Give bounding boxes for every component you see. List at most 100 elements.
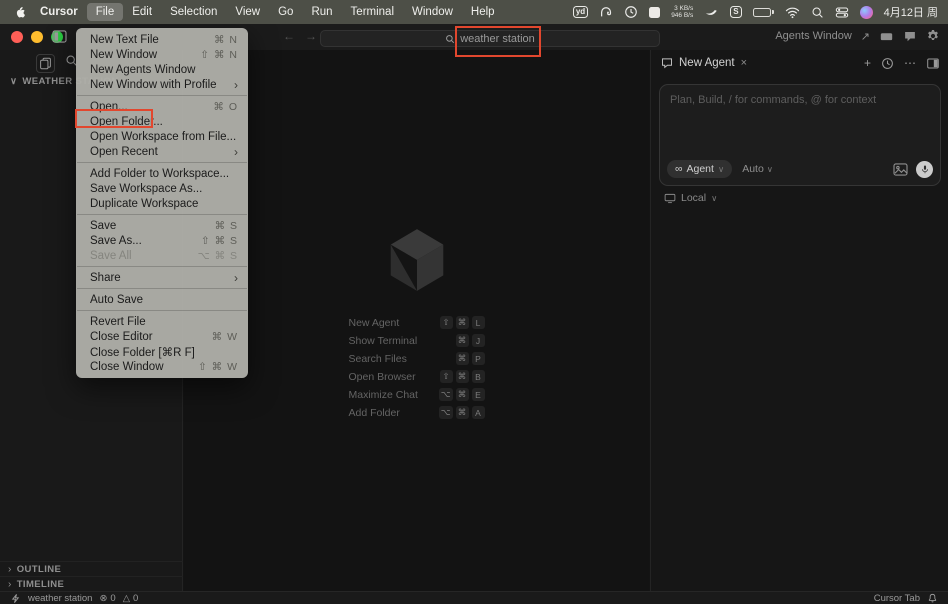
- screen: Cursor File Edit Selection View Go Run T…: [0, 0, 948, 604]
- s-app-icon[interactable]: S: [730, 6, 742, 18]
- shortcut-row-maximize-chat: Maximize Chat ⌥ ⌘ E: [349, 388, 485, 401]
- shortcut-keys: ⌘ P: [455, 352, 485, 365]
- remote-icon[interactable]: [10, 593, 21, 604]
- menu-bar-item-go[interactable]: Go: [269, 3, 302, 21]
- chevron-down-icon: ∨: [717, 163, 725, 174]
- key-option: ⌥: [438, 406, 453, 419]
- menu-item-label: Save: [90, 219, 117, 232]
- toggle-sidebar-icon[interactable]: [52, 30, 67, 43]
- menu-item-close-editor[interactable]: Close Editor ⌘ W: [76, 329, 248, 344]
- timeline-section[interactable]: › TIMELINE: [0, 576, 183, 591]
- menu-item-save[interactable]: Save ⌘ S: [76, 218, 248, 233]
- key-option: ⌥: [438, 388, 453, 401]
- menu-item-auto-save[interactable]: Auto Save: [76, 292, 248, 307]
- menu-bar-item-window[interactable]: Window: [403, 3, 462, 21]
- menu-bar-item-selection[interactable]: Selection: [161, 3, 226, 21]
- menu-item-save-workspace-as[interactable]: Save Workspace As...: [76, 181, 248, 196]
- status-workspace-name[interactable]: weather station: [28, 593, 92, 604]
- shortcut-label: Add Folder: [348, 406, 400, 419]
- network-speed-indicator[interactable]: 3 KB/s 946 B/s: [671, 5, 693, 20]
- outline-section[interactable]: › OUTLINE: [0, 561, 183, 576]
- menu-item-open-recent[interactable]: Open Recent ›: [76, 144, 248, 159]
- back-icon[interactable]: ←: [283, 29, 295, 43]
- evernote-icon[interactable]: [599, 5, 613, 19]
- bell-icon[interactable]: [927, 593, 938, 604]
- model-selector[interactable]: Auto ∨: [742, 163, 773, 175]
- wifi-icon[interactable]: [785, 6, 800, 19]
- keyboard-icon[interactable]: [879, 30, 894, 43]
- key-shift: ⇧: [439, 316, 453, 329]
- local-environment-selector[interactable]: Local ∨: [664, 192, 717, 204]
- voice-input-icon[interactable]: [916, 160, 933, 178]
- menu-item-label: New Window with Profile: [90, 78, 217, 91]
- minimize-window-button[interactable]: [31, 31, 43, 43]
- tab-new-agent[interactable]: New Agent ×: [651, 57, 747, 69]
- status-bar-left: weather station ⊗ 0 △ 0: [10, 593, 138, 604]
- gear-icon[interactable]: [926, 29, 940, 43]
- menu-item-new-text-file[interactable]: New Text File ⌘ N: [76, 32, 248, 47]
- cursor-tab-status[interactable]: Cursor Tab: [874, 593, 920, 604]
- menu-item-duplicate-workspace[interactable]: Duplicate Workspace: [76, 196, 248, 211]
- menu-item-close-folder[interactable]: Close Folder [⌘R F]: [76, 344, 248, 359]
- clock-icon[interactable]: [624, 5, 638, 19]
- battery-icon[interactable]: [752, 7, 774, 17]
- menu-bar-app-name[interactable]: Cursor: [31, 3, 87, 21]
- agent-chat-input-box[interactable]: ∞ Agent ∨ Auto ∨: [659, 84, 941, 186]
- menu-separator: [77, 310, 247, 311]
- menu-item-close-window[interactable]: Close Window ⇧ ⌘ W: [76, 359, 248, 374]
- editor-area: New Agent ⇧ ⌘ L Show Terminal ⌘ J Search: [184, 50, 649, 591]
- shortcut-row-search-files: Search Files ⌘ P: [349, 352, 485, 365]
- submenu-arrow-icon: ›: [234, 270, 238, 285]
- downie-swoosh-icon[interactable]: [704, 5, 719, 19]
- menu-item-label: Add Folder to Workspace...: [90, 167, 230, 180]
- explorer-files-icon[interactable]: [36, 54, 55, 73]
- menu-bar-item-help[interactable]: Help: [462, 3, 504, 21]
- menu-separator: [77, 95, 247, 96]
- menu-item-label: Open Recent: [90, 145, 158, 158]
- history-icon[interactable]: [881, 57, 894, 70]
- key-cmd: ⌘: [455, 370, 469, 383]
- screen-capture-icon[interactable]: [649, 6, 661, 18]
- problems-indicator[interactable]: ⊗ 0 △ 0: [99, 593, 138, 604]
- macos-menu-bar: Cursor File Edit Selection View Go Run T…: [0, 0, 948, 24]
- siri-icon[interactable]: [859, 5, 873, 19]
- menu-item-new-window-with-profile[interactable]: New Window with Profile ›: [76, 77, 248, 92]
- history-navigation: ← →: [283, 29, 317, 43]
- close-tab-icon[interactable]: ×: [741, 57, 747, 69]
- model-label: Auto: [742, 163, 764, 175]
- close-window-button[interactable]: [11, 31, 23, 43]
- menu-bar-item-run[interactable]: Run: [302, 3, 341, 21]
- menu-bar-date[interactable]: 4月12日 周: [884, 4, 938, 20]
- menu-bar-item-file[interactable]: File: [86, 3, 124, 21]
- more-actions-icon[interactable]: ⋯: [904, 56, 916, 70]
- agent-mode-selector[interactable]: ∞ Agent ∨: [667, 160, 733, 178]
- new-chat-icon[interactable]: +: [864, 56, 871, 70]
- panel-layout-icon[interactable]: [926, 57, 940, 70]
- error-count: 0: [110, 592, 116, 604]
- menu-item-shortcut: ⌘ O: [213, 100, 238, 113]
- forward-icon[interactable]: →: [305, 29, 317, 43]
- spotlight-search-icon[interactable]: [811, 6, 824, 19]
- menu-bar-item-view[interactable]: View: [226, 3, 269, 21]
- control-center-icon[interactable]: [835, 6, 849, 19]
- outline-label: OUTLINE: [16, 563, 62, 575]
- menu-item-new-agents-window[interactable]: New Agents Window: [76, 62, 248, 77]
- open-external-icon[interactable]: ↗: [861, 30, 870, 43]
- chat-bubble-icon[interactable]: [903, 30, 917, 43]
- menu-item-label: Duplicate Workspace: [90, 197, 199, 210]
- menu-item-new-window[interactable]: New Window ⇧ ⌘ N: [76, 47, 248, 62]
- menu-item-add-folder-to-workspace[interactable]: Add Folder to Workspace...: [76, 166, 248, 181]
- menu-separator: [77, 214, 247, 215]
- shortcut-label: Maximize Chat: [348, 388, 418, 401]
- menu-item-save-as[interactable]: Save As... ⇧ ⌘ S: [76, 233, 248, 248]
- menu-item-revert-file[interactable]: Revert File: [76, 314, 248, 329]
- apple-icon[interactable]: [14, 5, 27, 20]
- agents-window-link[interactable]: Agents Window: [775, 30, 851, 42]
- attach-image-icon[interactable]: [893, 162, 908, 176]
- agent-chat-input[interactable]: [660, 85, 940, 143]
- menu-bar-item-terminal[interactable]: Terminal: [342, 3, 403, 21]
- menu-item-share[interactable]: Share ›: [76, 270, 248, 285]
- menu-bar-item-edit[interactable]: Edit: [123, 3, 161, 21]
- youdao-icon[interactable]: yd: [572, 6, 589, 18]
- menu-item-open-workspace-from-file[interactable]: Open Workspace from File...: [76, 129, 248, 144]
